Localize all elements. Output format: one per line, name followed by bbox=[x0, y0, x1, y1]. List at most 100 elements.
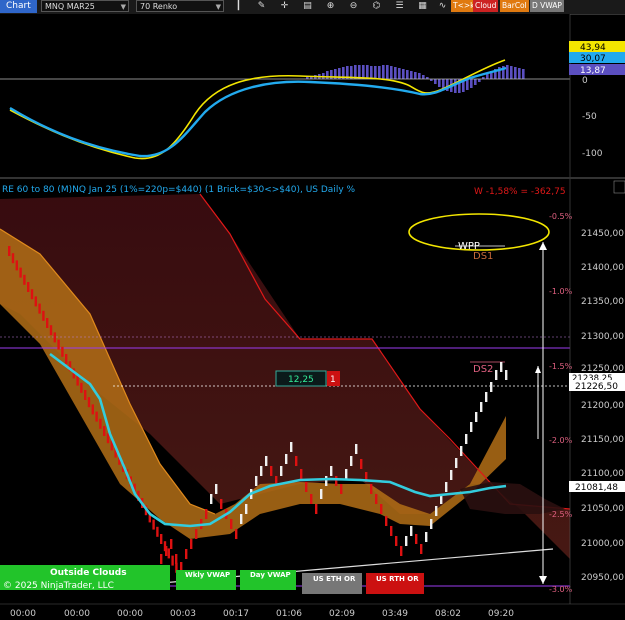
dvwap-toggle-button[interactable]: D VWAP bbox=[530, 0, 564, 12]
renko-brick bbox=[385, 516, 388, 526]
renko-brick bbox=[8, 246, 11, 256]
renko-brick bbox=[170, 539, 173, 549]
histogram-bar bbox=[470, 79, 473, 88]
renko-brick bbox=[280, 466, 283, 476]
arrow-up-icon bbox=[535, 366, 541, 373]
price-badge-label: 21081,48 bbox=[575, 483, 618, 493]
renko-brick bbox=[230, 519, 233, 529]
renko-brick bbox=[490, 382, 493, 392]
renko-brick bbox=[405, 536, 408, 546]
osc-badge-yellow: 43,94 bbox=[569, 41, 625, 53]
instrument-selector[interactable]: MNQ MAR25 ▼ bbox=[41, 0, 129, 12]
time-label: 00:00 bbox=[64, 609, 90, 619]
histogram-bar bbox=[366, 65, 369, 79]
pct-label: -1.5% bbox=[549, 362, 573, 371]
price-tick: 21300,00 bbox=[581, 332, 624, 342]
price-tick: 21000,00 bbox=[581, 539, 624, 549]
cloud-toggle-button[interactable]: Cloud bbox=[473, 0, 499, 12]
chevron-down-icon: ▼ bbox=[120, 3, 126, 11]
renko-brick bbox=[480, 402, 483, 412]
renko-brick bbox=[345, 469, 348, 479]
renko-brick bbox=[171, 555, 174, 566]
outside-clouds-button[interactable]: Outside Clouds bbox=[0, 565, 170, 580]
us-eth-or-button[interactable]: US ETH OR bbox=[302, 573, 362, 594]
copyright-label: © 2025 NinjaTrader, LLC bbox=[3, 581, 114, 591]
wkly-vwap-button[interactable]: Wkly VWAP bbox=[176, 570, 236, 590]
pct-label: -2.0% bbox=[549, 436, 573, 445]
pct-label: -2.5% bbox=[549, 510, 573, 519]
time-label: 00:00 bbox=[10, 609, 36, 619]
renko-brick bbox=[19, 267, 22, 278]
renko-brick bbox=[195, 529, 198, 539]
histogram-bar bbox=[522, 69, 525, 79]
renko-brick bbox=[165, 546, 168, 556]
price-tick: 21200,00 bbox=[581, 401, 624, 411]
renko-brick bbox=[350, 456, 353, 466]
time-axis: 00:00 00:00 00:00 00:03 00:17 01:06 02:0… bbox=[10, 609, 514, 619]
data-box-icon[interactable]: ▤ bbox=[302, 1, 313, 12]
indicators-icon[interactable]: ∿ bbox=[437, 1, 448, 12]
position-marker[interactable]: 12,25 1 bbox=[275, 370, 340, 387]
draw-tool-icon[interactable]: ✎ bbox=[256, 1, 267, 12]
osc-badge-label: 30,07 bbox=[580, 54, 606, 64]
renko-brick bbox=[76, 375, 79, 386]
renko-brick bbox=[215, 484, 218, 494]
price-panel: WPP DS1 DS2 RE 60 to 80 (M)NQ Jan 25 (1%… bbox=[0, 179, 625, 604]
renko-brick bbox=[210, 494, 213, 504]
chart-tab[interactable]: Chart bbox=[0, 0, 37, 13]
histogram-bar bbox=[378, 66, 381, 79]
renko-brick bbox=[285, 454, 288, 464]
panel-menu-button[interactable] bbox=[613, 180, 625, 194]
renko-brick bbox=[175, 554, 178, 564]
renko-brick bbox=[360, 459, 363, 469]
histogram-bar bbox=[390, 66, 393, 79]
bar-type-selector[interactable]: 70 Renko ▼ bbox=[136, 0, 224, 12]
crosshair-icon[interactable]: ✛ bbox=[279, 1, 290, 12]
price-badge: 21226,50 bbox=[569, 380, 625, 392]
renko-brick bbox=[425, 532, 428, 542]
bars-style-icon[interactable]: ┃ bbox=[233, 1, 244, 12]
renko-brick bbox=[61, 346, 64, 357]
zoom-in-icon[interactable]: ⊕ bbox=[325, 1, 336, 12]
chart-toolbar: Chart MNQ MAR25 ▼ 70 Renko ▼ ┃ ✎ ✛ ▤ ⊕ ⊖… bbox=[0, 0, 625, 15]
templates-icon[interactable]: ▦ bbox=[417, 1, 428, 12]
renko-brick bbox=[80, 382, 83, 393]
renko-brick bbox=[53, 332, 56, 343]
renko-brick bbox=[30, 289, 34, 300]
renko-brick bbox=[460, 446, 463, 456]
renko-brick bbox=[15, 260, 18, 271]
time-label: 01:06 bbox=[276, 609, 302, 619]
renko-brick bbox=[335, 476, 338, 486]
us-eth-or-label: US ETH OR bbox=[313, 575, 356, 583]
osc-tick-label: -100 bbox=[582, 149, 603, 159]
renko-brick bbox=[310, 494, 313, 504]
renko-brick bbox=[290, 442, 293, 452]
pct-label: -1.0% bbox=[549, 287, 573, 296]
price-badge: 21081,48 bbox=[569, 481, 625, 493]
strategies-icon[interactable]: ⌬ bbox=[371, 1, 382, 12]
chevron-down-icon: ▼ bbox=[215, 3, 221, 11]
renko-brick bbox=[99, 418, 102, 429]
renko-brick bbox=[390, 526, 393, 536]
renko-brick bbox=[38, 303, 41, 314]
zoom-out-icon[interactable]: ⊖ bbox=[348, 1, 359, 12]
renko-brick bbox=[395, 536, 398, 546]
renko-brick bbox=[470, 422, 473, 432]
time-label: 03:49 bbox=[382, 609, 408, 619]
us-rth-or-button[interactable]: US RTH OR bbox=[366, 573, 424, 594]
day-vwap-button[interactable]: Day VWAP bbox=[240, 570, 296, 590]
renko-brick bbox=[57, 339, 60, 350]
renko-brick bbox=[475, 412, 478, 422]
barcol-toggle-button[interactable]: BarCol bbox=[500, 0, 529, 12]
renko-brick bbox=[415, 534, 418, 544]
histogram-bar bbox=[422, 75, 425, 79]
properties-icon[interactable]: ☰ bbox=[394, 1, 405, 12]
histogram-bar bbox=[474, 79, 477, 85]
renko-brick bbox=[27, 282, 30, 292]
instrument-label: MNQ MAR25 bbox=[45, 2, 95, 11]
bar-type-label: 70 Renko bbox=[140, 2, 178, 11]
renko-brick bbox=[435, 506, 438, 516]
histogram-bar bbox=[518, 68, 521, 79]
renko-brick bbox=[160, 554, 163, 564]
chart-area[interactable]: -50 -100 0 43,94 30,07 13,87 WPP DS1 DS2… bbox=[0, 14, 625, 620]
